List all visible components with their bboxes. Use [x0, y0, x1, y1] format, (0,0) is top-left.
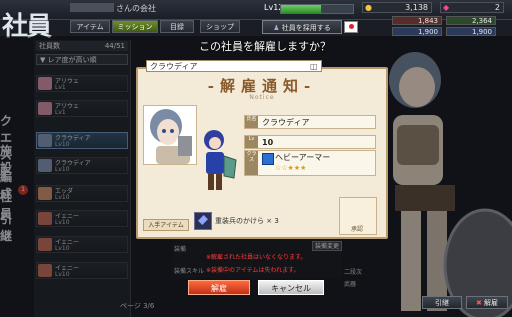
hire-button[interactable]: ♟ 社員を採用する — [262, 20, 342, 34]
field-class: クラス ヘビーアーマー ☆☆★★★ — [244, 150, 376, 176]
fire-button[interactable]: 解雇 — [188, 280, 250, 295]
level-progress-bar — [280, 4, 354, 14]
stat-mp: 1,900 — [446, 27, 496, 36]
confirm-question: この社員を解雇しますか？ — [199, 40, 331, 53]
dismiss-icon: ✖ — [475, 299, 485, 307]
employee-portrait — [143, 105, 197, 165]
warning-text: ※解雇された社員はいなくなります。 — [206, 254, 307, 261]
company-name-redacted — [70, 3, 114, 12]
dialog-title: -解雇通知- — [207, 77, 317, 95]
rarity-stars: ☆☆★★★ — [275, 164, 307, 172]
field-level: Lv 10 — [244, 135, 376, 149]
gem-counter: ◆ 2 — [440, 2, 504, 13]
tab-mission[interactable]: ミッション — [112, 20, 158, 33]
tab-shop[interactable]: ショップ — [200, 20, 240, 33]
warning-text: ※装備中のアイテムは失われます。 — [206, 267, 300, 274]
stat-defense: 2,364 — [446, 16, 496, 25]
tab-catalog[interactable]: 目録 — [160, 20, 194, 33]
gem-fragment-icon — [194, 212, 212, 230]
company-suffix: さんの会社 — [116, 4, 156, 13]
obtained-item: 重装兵のかけら × 3 — [215, 217, 279, 225]
coin-counter: ● 3,138 — [362, 2, 432, 13]
stat-attack: 1,843 — [392, 16, 442, 25]
cancel-button[interactable]: キャンセル — [258, 280, 324, 295]
approval-label: 承認 — [350, 226, 363, 233]
lock-icon: ◫ — [310, 62, 318, 71]
dismiss-button[interactable]: ✖ 解雇 — [466, 296, 508, 309]
gem-icon: ◆ — [443, 3, 450, 12]
coin-icon: ● — [365, 3, 372, 12]
transfer-button[interactable]: 引継 — [422, 296, 462, 309]
obtained-items-header: 入手アイテム — [143, 219, 189, 231]
dialog-subtitle: Notice — [249, 94, 275, 101]
employee-chibi-sprite — [204, 130, 237, 190]
tab-items[interactable]: アイテム — [70, 20, 110, 33]
class-icon — [262, 153, 274, 165]
person-icon: ♟ — [273, 24, 282, 32]
flag-icon[interactable] — [344, 21, 358, 33]
stat-hp: 1,900 — [392, 27, 442, 36]
employee-name-field: クラウディア — [146, 60, 322, 72]
field-name: 氏名 クラウディア — [244, 115, 376, 129]
